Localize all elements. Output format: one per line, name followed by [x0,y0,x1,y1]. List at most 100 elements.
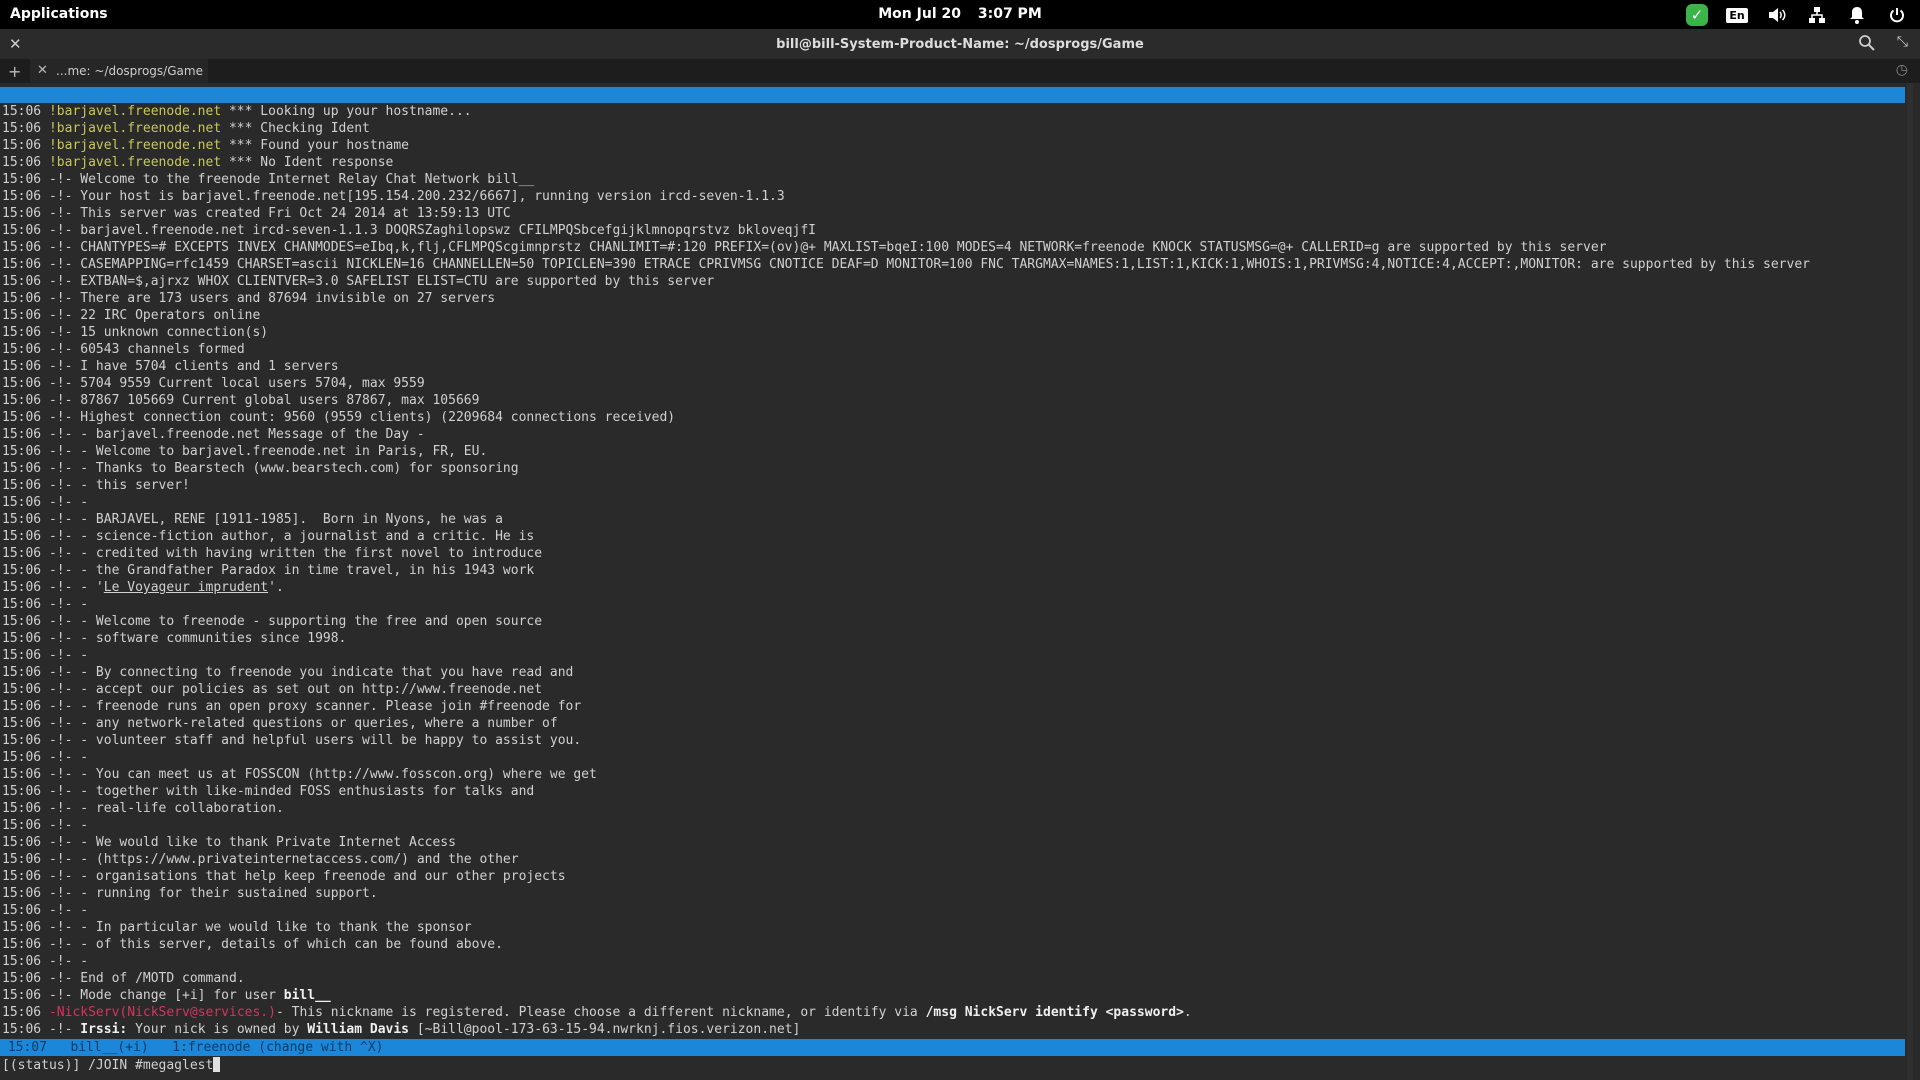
log-prefix: -!- [48,835,73,850]
log-prefix: -!- [48,869,73,884]
log-prefix: -!- [48,546,73,561]
log-text: EXTBAN=$,ajrxz WHOX CLIENTVER=3.0 SAFELI… [72,274,715,289]
log-timestamp: 15:06 [2,291,49,306]
log-link-text[interactable]: Le Voyageur imprudent [104,580,268,595]
log-timestamp: 15:06 [2,648,49,663]
log-timestamp: 15:06 [2,257,49,272]
log-prefix: -!- [48,716,73,731]
log-prefix: -!- [48,376,73,391]
applications-menu[interactable]: Applications [10,6,108,22]
log-text: - [72,495,89,510]
log-timestamp: 15:06 [2,308,49,323]
log-text: - [72,597,89,612]
log-prefix: -!- [48,240,73,255]
log-timestamp: 15:06 [2,716,49,731]
terminal-tab-bar: + ✕ ...me: ~/dosprogs/Game ◷ [0,59,1920,83]
log-text: Highest connection count: 9560 (9559 cli… [72,410,676,425]
log-prefix: -!- [48,274,73,289]
log-text: - barjavel.freenode.net Message of the D… [72,427,425,442]
log-timestamp: 15:06 [2,988,49,1003]
log-line: 15:06 -!- CHANTYPES=# EXCEPTS INVEX CHAN… [2,239,1907,256]
log-line: 15:06 -!- - [2,596,1907,613]
log-timestamp: 15:06 [2,580,49,595]
log-timestamp: 15:06 [2,937,49,952]
log-text: There are 173 users and 87694 invisible … [72,291,496,306]
volume-icon[interactable] [1764,4,1790,26]
log-text: *** No Ident response [221,155,394,170]
log-line: 15:06 -!- - the Grandfather Paradox in t… [2,562,1907,579]
log-line: 15:06 -!- - (https://www.privateinternet… [2,851,1907,868]
log-prefix: -!- [48,291,73,306]
log-line: 15:06 -!- - [2,647,1907,664]
network-icon[interactable] [1804,4,1830,26]
log-prefix: -!- [48,512,73,527]
log-timestamp: 15:06 [2,835,49,850]
unmaximize-icon[interactable]: ⤡ [1897,34,1908,50]
log-line: 15:06 -!- This server was created Fri Oc… [2,205,1907,222]
log-line: 15:06 -!- End of /MOTD command. [2,970,1907,987]
log-prefix: -!- [48,257,73,272]
log-text: - Welcome to freenode - supporting the f… [72,614,543,629]
panel-clock[interactable]: Mon Jul 20 3:07 PM [0,6,1920,22]
notifications-bell-icon[interactable] [1844,4,1870,26]
log-text: - organisations that help keep freenode … [72,869,566,884]
log-timestamp: 15:06 [2,699,49,714]
input-text[interactable]: /JOIN #megaglest [88,1058,213,1073]
log-prefix: -!- [48,886,73,901]
log-timestamp: 15:06 [2,920,49,935]
log-line: 15:06 -!- - [2,902,1907,919]
new-tab-plus-icon[interactable]: + [8,62,21,81]
log-timestamp: 15:06 [2,801,49,816]
log-line: 15:06 -!- - any network-related question… [2,715,1907,732]
log-timestamp: 15:06 [2,104,49,119]
log-text: 60543 channels formed [72,342,245,357]
history-icon[interactable]: ◷ [1896,62,1908,78]
log-timestamp: 15:06 [2,376,49,391]
power-icon[interactable] [1884,4,1910,26]
log-timestamp: 15:06 [2,461,49,476]
log-line: 15:06 -!- There are 173 users and 87694 … [2,290,1907,307]
log-text: - credited with having written the first… [72,546,543,561]
log-line: 15:06 -!- - BARJAVEL, RENE [1911-1985]. … [2,511,1907,528]
terminal-area[interactable]: 15:06 !barjavel.freenode.net *** Looking… [0,83,1920,1080]
log-prefix: -!- [48,1022,73,1037]
irssi-input-line[interactable]: [(status)] /JOIN #megaglest [2,1057,221,1074]
log-prefix: -!- [48,920,73,935]
irssi-status-bar: 15:07 bill__(+i) 1:freenode (change with… [0,1039,1905,1056]
log-text: 22 IRC Operators online [72,308,261,323]
log-line: 15:06 -!- CASEMAPPING=rfc1459 CHARSET=as… [2,256,1907,273]
log-line: 15:06 -!- Highest connection count: 9560… [2,409,1907,426]
log-text: - the Grandfather Paradox in time travel… [72,563,535,578]
window-titlebar: ✕ bill@bill-System-Product-Name: ~/dospr… [0,29,1920,59]
log-line: 15:06 -!- - barjavel.freenode.net Messag… [2,426,1907,443]
log-text: - This nickname is registered. Please ch… [275,1005,926,1020]
panel-time: 3:07 PM [977,6,1042,22]
log-line: 15:06 !barjavel.freenode.net *** Checkin… [2,120,1907,137]
scrollbar[interactable] [1907,83,1913,1080]
log-text: CHANTYPES=# EXCEPTS INVEX CHANMODES=eIbq… [72,240,1607,255]
search-icon[interactable] [1858,34,1876,52]
log-prefix: -!- [48,937,73,952]
log-line: 15:06 -!- - this server! [2,477,1907,494]
terminal-tab[interactable]: ✕ ...me: ~/dosprogs/Game [30,59,208,83]
log-text: *** Checking Ident [221,121,370,136]
nickserv-host: (NickServ@services.) [119,1005,276,1020]
log-line: 15:06 -!- - [2,749,1907,766]
log-line: 15:06 -!- - volunteer staff and helpful … [2,732,1907,749]
close-tab-icon[interactable]: ✕ [37,63,48,78]
log-prefix: -!- [48,784,73,799]
log-prefix: -!- [48,903,73,918]
security-shield-icon[interactable]: ✓ [1684,4,1710,26]
log-text: - volunteer staff and helpful users will… [72,733,582,748]
log-line: 15:06 -!- 15 unknown connection(s) [2,324,1907,341]
log-timestamp: 15:06 [2,852,49,867]
keyboard-layout-indicator[interactable]: En [1724,4,1750,26]
log-text: Mode change [+i] for user [72,988,284,1003]
log-text: - BARJAVEL, RENE [1911-1985]. Born in Ny… [72,512,503,527]
log-text: - You can meet us at FOSSCON (http://www… [72,767,597,782]
log-line: 15:06 -!- barjavel.freenode.net ircd-sev… [2,222,1907,239]
log-line: 15:06 -!- - 'Le Voyageur imprudent'. [2,579,1907,596]
log-prefix: -!- [48,699,73,714]
log-text: '. [268,580,284,595]
mode-change-line: 15:06 -!- Mode change [+i] for user bill… [2,987,1907,1004]
